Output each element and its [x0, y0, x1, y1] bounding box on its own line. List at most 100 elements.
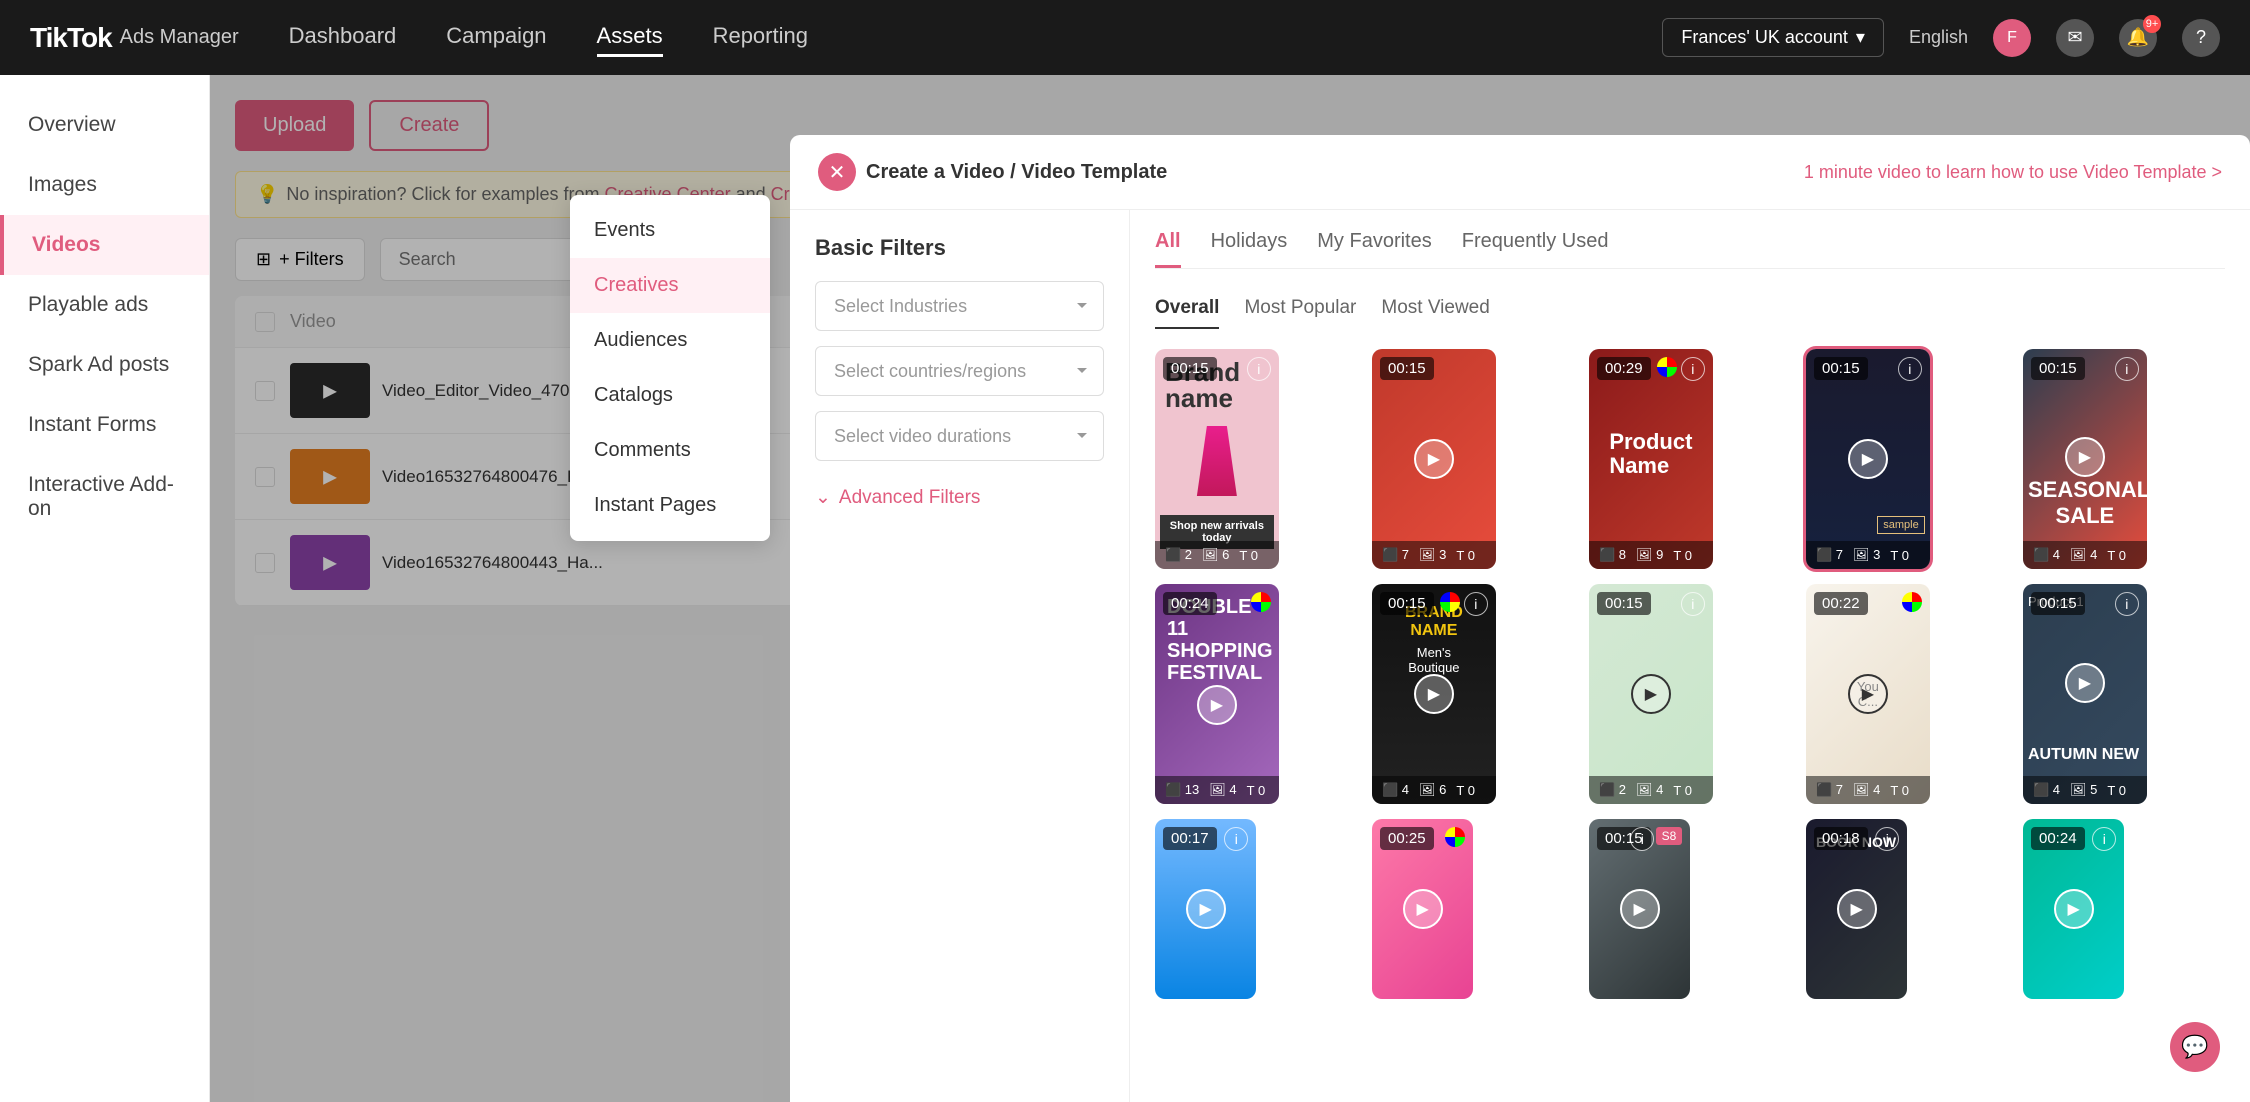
sidebar-item-instant-forms[interactable]: Instant Forms [0, 395, 209, 455]
sidebar-item-overview[interactable]: Overview [0, 95, 209, 155]
subtab-most-popular[interactable]: Most Popular [1244, 289, 1356, 329]
card-stat-layers: ⬛ 4 [2033, 782, 2060, 798]
play-button[interactable]: ▶ [1414, 674, 1454, 714]
dropdown-creatives[interactable]: Creatives [570, 258, 770, 313]
sidebar-item-playable-ads[interactable]: Playable ads [0, 275, 209, 335]
card-stat-text: T 0 [1890, 548, 1909, 563]
play-button[interactable]: ▶ [2054, 889, 2094, 929]
tabs-row: All Holidays My Favorites Frequently Use… [1155, 230, 2225, 269]
main-layout: Overview Images Videos Playable ads Spar… [0, 75, 2250, 1102]
close-button[interactable]: ✕ [818, 153, 856, 191]
play-button[interactable]: ▶ [1848, 439, 1888, 479]
duration-badge: 00:15 [1380, 357, 1434, 380]
duration-badge: 00:15 [1380, 592, 1434, 615]
nav-reporting[interactable]: Reporting [713, 18, 808, 57]
card-stat-layers: ⬛ 8 [1599, 547, 1626, 563]
avatar[interactable]: F [1993, 19, 2031, 57]
play-button[interactable]: ▶ [1837, 889, 1877, 929]
play-button[interactable]: ▶ [1631, 674, 1671, 714]
durations-select[interactable]: Select video durations [815, 411, 1104, 461]
dropdown-instant-pages[interactable]: Instant Pages [570, 478, 770, 533]
info-icon[interactable]: i [2115, 357, 2139, 381]
card-stat-layers: ⬛ 2 [1599, 782, 1626, 798]
card-stat-images: 🖼 4 [2070, 547, 2097, 563]
template-card[interactable]: BOOK NOW ▶ 00:18 i [1806, 819, 1907, 999]
play-button[interactable]: ▶ [1197, 685, 1237, 725]
color-icon [1251, 592, 1271, 612]
template-card[interactable]: ▶ 00:24 i [2023, 819, 2124, 999]
template-card[interactable]: BRAND NAME Men'sBoutique ▶ 00:15 i ⬛ 4 🖼… [1372, 584, 1496, 804]
tab-all[interactable]: All [1155, 230, 1181, 268]
play-button[interactable]: ▶ [1403, 889, 1443, 929]
card-stat-layers: ⬛ 7 [1382, 547, 1409, 563]
template-card[interactable]: ▶ 00:15 i ⬛ 2 🖼 4 T 0 [1589, 584, 1713, 804]
template-card[interactable]: sample ▶ 00:15 i ⬛ 7 🖼 3 T 0 [1806, 349, 1930, 569]
card-stat-text: T 0 [1456, 548, 1475, 563]
nav-campaign[interactable]: Campaign [446, 18, 546, 57]
template-card[interactable]: ▶ 00:15 S8 i [1589, 819, 1690, 999]
template-card[interactable]: ▶ 00:17 i [1155, 819, 1256, 999]
industries-select[interactable]: Select Industries [815, 281, 1104, 331]
chat-support-button[interactable]: 💬 [2170, 1022, 2220, 1072]
dropdown-audiences[interactable]: Audiences [570, 313, 770, 368]
tab-holidays[interactable]: Holidays [1211, 230, 1288, 268]
countries-select[interactable]: Select countries/regions [815, 346, 1104, 396]
tab-my-favorites[interactable]: My Favorites [1317, 230, 1431, 268]
dropdown-catalogs[interactable]: Catalogs [570, 368, 770, 423]
sidebar: Overview Images Videos Playable ads Spar… [0, 75, 210, 1102]
card-stat-text: T 0 [1456, 783, 1475, 798]
template-card[interactable]: Brandname Shop new arrivals today 00:15 … [1155, 349, 1279, 569]
modal-body: Basic Filters Select Industries Select c… [790, 210, 2250, 1102]
account-button[interactable]: Frances' UK account ▾ [1662, 18, 1884, 57]
info-icon[interactable]: i [1681, 357, 1705, 381]
duration-badge: 00:15 [1814, 357, 1868, 380]
info-icon[interactable]: i [1898, 357, 1922, 381]
play-button[interactable]: ▶ [1414, 439, 1454, 479]
sidebar-item-images[interactable]: Images [0, 155, 209, 215]
duration-badge: 00:15 [2031, 357, 2085, 380]
dropdown-comments[interactable]: Comments [570, 423, 770, 478]
top-navigation: TikTok Ads Manager Dashboard Campaign As… [0, 0, 2250, 75]
subtab-most-viewed[interactable]: Most Viewed [1381, 289, 1489, 329]
card-stat-layers: ⬛ 2 [1165, 547, 1192, 563]
info-icon[interactable]: i [1247, 357, 1271, 381]
tab-frequently-used[interactable]: Frequently Used [1462, 230, 1609, 268]
nav-assets[interactable]: Assets [597, 18, 663, 57]
sidebar-item-spark-ad-posts[interactable]: Spark Ad posts [0, 335, 209, 395]
info-icon[interactable]: i [1464, 592, 1488, 616]
play-button[interactable]: ▶ [1848, 674, 1888, 714]
play-button[interactable]: ▶ [2065, 663, 2105, 703]
sidebar-item-interactive-addon[interactable]: Interactive Add-on [0, 455, 209, 539]
template-card[interactable]: ▶ 00:25 [1372, 819, 1473, 999]
mail-icon[interactable]: ✉ [2056, 19, 2094, 57]
template-card[interactable]: YouC... ▶ 00:22 ⬛ 7 🖼 4 T 0 [1806, 584, 1930, 804]
template-card[interactable]: Product 1 AUTUMN NEW ▶ 00:15 i ⬛ 4 🖼 5 T… [2023, 584, 2147, 804]
special-badge: S8 [1656, 827, 1683, 845]
card-stat-images: 🖼 9 [1636, 547, 1663, 563]
template-card[interactable]: DOUBLE 11SHOPPINGFESTIVAL ▶ 00:24 ⬛ 13 🖼… [1155, 584, 1279, 804]
notification-icon[interactable]: 🔔 9+ [2119, 19, 2157, 57]
help-icon[interactable]: ? [2182, 19, 2220, 57]
nav-items: Dashboard Campaign Assets Reporting [289, 18, 808, 57]
advanced-filters-toggle[interactable]: ⌄ Advanced Filters [815, 486, 1104, 509]
play-button[interactable]: ▶ [1620, 889, 1660, 929]
subtab-overall[interactable]: Overall [1155, 289, 1219, 329]
card-stat-text: T 0 [1673, 783, 1692, 798]
template-card[interactable]: SEASONALSALE ▶ 00:15 i ⬛ 4 🖼 4 T 0 [2023, 349, 2147, 569]
info-icon[interactable]: i [1681, 592, 1705, 616]
info-icon[interactable]: i [2115, 592, 2139, 616]
filters-panel: Basic Filters Select Industries Select c… [790, 210, 1130, 1102]
dropdown-events[interactable]: Events [570, 203, 770, 258]
play-button[interactable]: ▶ [2065, 437, 2105, 477]
nav-dashboard[interactable]: Dashboard [289, 18, 397, 57]
help-link[interactable]: 1 minute video to learn how to use Video… [1804, 162, 2222, 183]
card-stat-layers: ⬛ 7 [1816, 547, 1843, 563]
template-card[interactable]: ProductName ▶ 00:29 i ⬛ 8 🖼 9 T 0 [1589, 349, 1713, 569]
template-card[interactable]: ▶ 00:15 ⬛ 7 🖼 3 T 0 [1372, 349, 1496, 569]
card-stat-images: 🖼 3 [1419, 547, 1446, 563]
card-stat-text: T 0 [2107, 548, 2126, 563]
play-button[interactable]: ▶ [1186, 889, 1226, 929]
card-stat-images: 🖼 5 [2070, 782, 2097, 798]
nav-right: Frances' UK account ▾ English F ✉ 🔔 9+ ? [1662, 18, 2220, 57]
sidebar-item-videos[interactable]: Videos [0, 215, 209, 275]
